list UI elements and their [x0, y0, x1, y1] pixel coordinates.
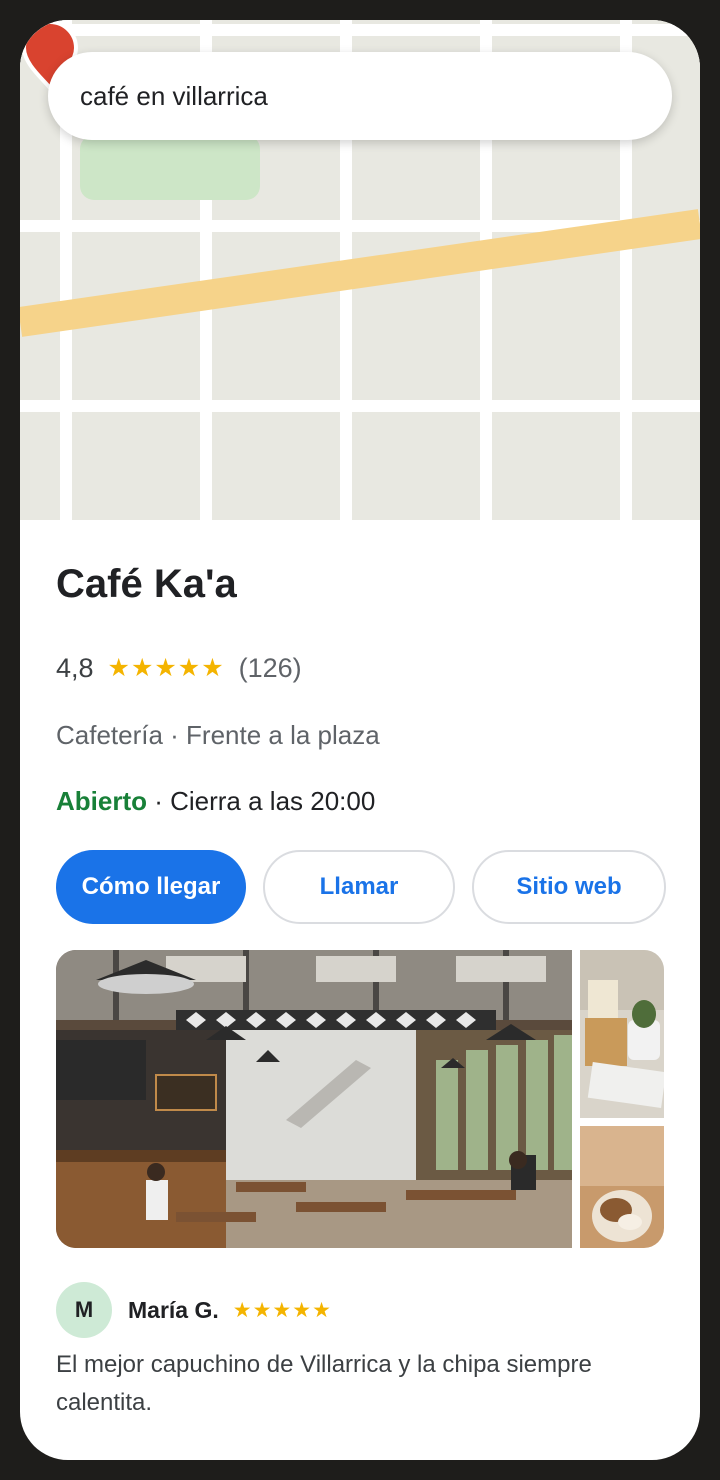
search-bar[interactable]: café en villarrica [48, 52, 672, 140]
reviews-count: (126) [238, 652, 302, 683]
rating-value: 4,8 [56, 652, 94, 683]
review-header: M María G. ★★★★★ [56, 1282, 332, 1338]
review-stars: ★★★★★ [232, 1298, 332, 1322]
closing-time: · Cierra a las 20:00 [147, 786, 376, 816]
rating-row[interactable]: 4,8 ★★★★★ (126) [56, 650, 302, 686]
action-buttons: Cómo llegar Llamar Sitio web [56, 850, 666, 924]
call-button[interactable]: Llamar [263, 850, 455, 924]
map-view[interactable]: café en villarrica [20, 20, 700, 520]
search-query: café en villarrica [80, 80, 268, 111]
park-area [80, 135, 260, 200]
category-line: Cafetería · Frente a la plaza [56, 720, 380, 750]
photo-cafe-interior[interactable] [56, 950, 572, 1248]
photo-dessert[interactable] [580, 1126, 664, 1248]
review-text: El mejor capuchino de Villarrica y la ch… [56, 1351, 592, 1416]
phone-screen: café en villarrica Café Ka'a 4,8 ★★★★★ (… [20, 20, 700, 1460]
photo-table-detail[interactable] [580, 950, 664, 1118]
reviewer-name[interactable]: María G. [128, 1297, 219, 1324]
directions-button[interactable]: Cómo llegar [56, 850, 246, 924]
website-button[interactable]: Sitio web [472, 850, 666, 924]
opening-status: Abierto · Cierra a las 20:00 [56, 786, 375, 817]
open-label: Abierto [56, 786, 147, 816]
place-name: Café Ka'a [56, 562, 237, 606]
avatar[interactable]: M [56, 1282, 112, 1338]
rating-stars: ★★★★★ [107, 654, 225, 682]
